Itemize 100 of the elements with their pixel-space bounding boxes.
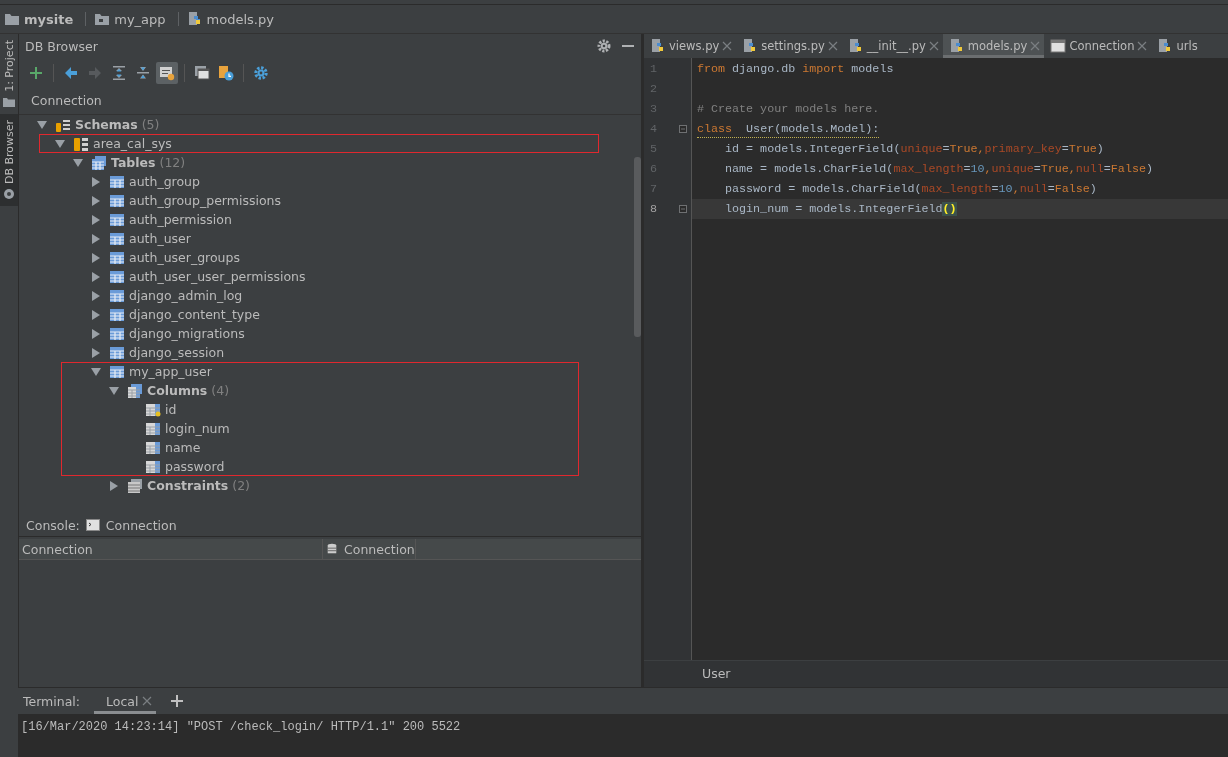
autoscroll-button[interactable] [156, 62, 178, 84]
tree-item[interactable]: login_num [165, 421, 230, 436]
table-icon [109, 306, 125, 323]
tree-toggle-icon[interactable] [91, 366, 101, 377]
tree-item[interactable]: auth_user [129, 231, 191, 246]
tree-toggle-icon[interactable] [91, 233, 101, 244]
autoscroll-icon [159, 65, 175, 81]
connection-label: Connection [30, 92, 103, 110]
collapse-all-icon [135, 65, 151, 81]
tree-item[interactable]: auth_group [129, 174, 200, 189]
tree-toggle-icon[interactable] [91, 290, 101, 301]
console-connection[interactable]: Connection [105, 517, 177, 533]
tree-toggle-icon[interactable] [73, 157, 83, 168]
tree-item[interactable]: id [165, 402, 177, 417]
editor-tab[interactable]: settings.py [736, 34, 842, 58]
table-icon [109, 173, 125, 190]
tree-item[interactable]: auth_permission [129, 212, 232, 227]
tree-toggle-icon[interactable] [91, 271, 101, 282]
item-count: (5) [141, 117, 160, 132]
close-icon[interactable] [827, 41, 838, 51]
terminal-tab[interactable]: Local [94, 688, 157, 714]
column-header[interactable]: Connection [323, 539, 416, 559]
tree-item[interactable]: Columns [147, 383, 208, 398]
tree-item[interactable]: password [165, 459, 225, 474]
breadcrumb-item[interactable]: my_app [114, 11, 166, 27]
editor-tab[interactable]: __init__.py [841, 34, 943, 58]
breadcrumb-item[interactable]: models.py [206, 11, 274, 27]
console-icon [85, 518, 100, 532]
code-line: class User(models.Model): [697, 122, 880, 138]
fold-marker-icon[interactable] [678, 204, 688, 214]
settings-icon [253, 65, 269, 81]
item-count: (12) [159, 155, 186, 170]
back-icon [63, 65, 79, 81]
tree-item[interactable]: Schemas [75, 117, 138, 132]
tool-window-tab[interactable]: DB Browser [0, 113, 18, 206]
tree-toggle-icon[interactable] [109, 385, 119, 396]
add-icon[interactable] [170, 694, 185, 708]
columns-icon [127, 382, 143, 399]
tree-item[interactable]: name [165, 440, 201, 455]
code-breadcrumb[interactable]: User [702, 666, 731, 681]
tree-toggle-icon[interactable] [91, 347, 101, 358]
table-icon [109, 211, 125, 228]
fold-marker-icon[interactable] [678, 124, 688, 134]
column-icon [145, 458, 161, 475]
code-line: # Create your models here. [697, 102, 880, 116]
tree-item[interactable]: django_migrations [129, 326, 245, 341]
table-icon [109, 325, 125, 342]
tree-item[interactable]: django_admin_log [129, 288, 243, 303]
forward-icon [87, 65, 103, 81]
item-count: (4) [211, 383, 230, 398]
editor-tab[interactable]: urls [1151, 34, 1202, 58]
editor-tab[interactable]: Connection [1044, 34, 1152, 58]
tree-toggle-icon[interactable] [109, 480, 119, 491]
code-line: login_num = models.IntegerField() [724, 202, 957, 216]
tree-item[interactable]: area_cal_sys [93, 136, 172, 151]
tree-item[interactable]: auth_user_groups [129, 250, 240, 265]
tree-item[interactable]: Tables [111, 155, 156, 170]
history-icon [218, 65, 234, 81]
editor-tab[interactable]: models.py [942, 34, 1045, 58]
table-icon [109, 363, 125, 380]
table-icon [109, 192, 125, 209]
table-icon [109, 344, 125, 361]
python-file-icon [847, 38, 864, 54]
panel-title: DB Browser [25, 38, 99, 54]
terminal-label: Terminal: [23, 693, 81, 709]
table-icon [109, 287, 125, 304]
tree-toggle-icon[interactable] [91, 214, 101, 225]
folder-icon [94, 11, 111, 27]
tree-toggle-icon[interactable] [91, 195, 101, 206]
tree-toggle-icon[interactable] [55, 138, 65, 149]
tree-toggle-icon[interactable] [91, 252, 101, 263]
breadcrumb-item[interactable]: mysite [24, 11, 74, 27]
tree-toggle-icon[interactable] [37, 119, 47, 130]
tool-window-tab[interactable]: 1: Project [0, 34, 18, 114]
close-icon[interactable] [1137, 41, 1148, 51]
expand-all-icon [111, 65, 127, 81]
tree-item[interactable]: auth_user_user_permissions [129, 269, 306, 284]
tree-item[interactable]: django_session [129, 345, 225, 360]
constraints-icon [127, 477, 143, 494]
tree-item[interactable]: Constraints [147, 478, 229, 493]
add-icon [28, 65, 44, 81]
close-icon[interactable] [722, 41, 733, 51]
column-header[interactable]: Connection [19, 539, 323, 559]
console-icon [194, 65, 210, 81]
tree-toggle-icon[interactable] [91, 176, 101, 187]
close-icon[interactable] [142, 696, 153, 706]
tree-item[interactable]: auth_group_permissions [129, 193, 281, 208]
schema-icon [73, 135, 89, 152]
tree-item[interactable]: django_content_type [129, 307, 260, 322]
python-file-icon [650, 38, 666, 54]
editor-tab[interactable]: views.py [644, 34, 737, 58]
settings-icon[interactable] [597, 39, 611, 53]
scrollbar-thumb[interactable] [634, 157, 641, 337]
tree-toggle-icon[interactable] [91, 309, 101, 320]
tree-item[interactable]: my_app_user [129, 364, 212, 379]
close-icon[interactable] [928, 41, 939, 51]
tree-toggle-icon[interactable] [91, 328, 101, 339]
code-line: name = models.CharField(max_length=10,unique=True,null=False) [724, 162, 1153, 176]
tables-icon [91, 154, 107, 171]
item-count: (2) [232, 478, 250, 493]
